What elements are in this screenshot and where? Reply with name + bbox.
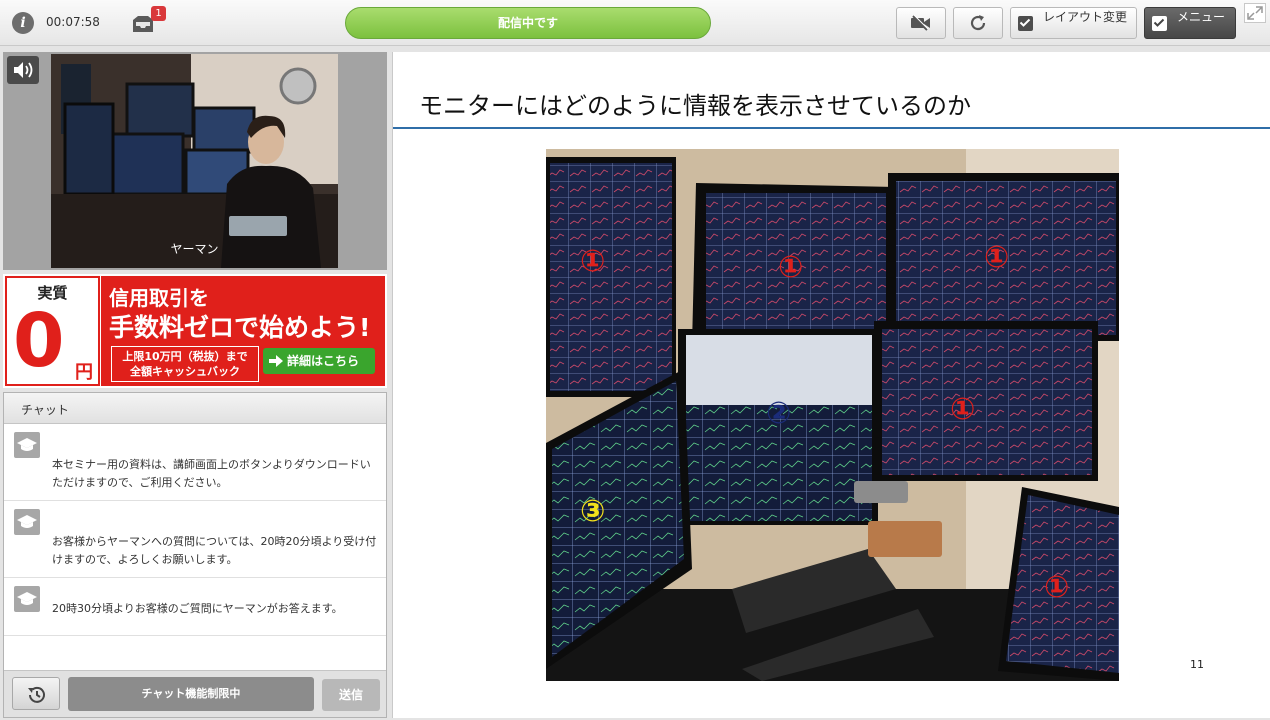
monitor-marker: ① — [580, 244, 605, 279]
ad-yen: 円 — [75, 362, 93, 383]
ad-detail-label: 詳細はこちら — [287, 354, 360, 368]
graduation-cap-icon — [14, 586, 40, 612]
ad-zero-yen-block: 実質 0 円 — [5, 276, 100, 386]
graduation-cap-icon — [14, 509, 40, 535]
slide-title: モニターにはどのように情報を表示させているのか — [419, 92, 971, 120]
ad-cashback-note: 上限10万円（税抜）まで 全額キャッシュバック — [111, 346, 259, 382]
monitor-marker: ① — [950, 392, 975, 427]
ad-cashback-line2: 全額キャッシュバック — [130, 365, 240, 378]
chat-footer: チャット機能制限中 送信 — [4, 670, 386, 717]
presenter-name: ヤーマン — [170, 242, 219, 256]
presenter-video-panel: ヤーマン — [3, 52, 387, 270]
checkbox-icon — [1152, 16, 1167, 31]
ad-headline-2: 手数料ゼロで始めよう! — [109, 313, 371, 342]
send-button[interactable]: 送信 — [322, 679, 380, 711]
chat-title: チャット — [21, 403, 69, 417]
monitor-marker: ③ — [580, 494, 605, 529]
chat-message-text: 本セミナー用の資料は、講師画面上のボタンよりダウンロードいただけますので、ご利用… — [52, 458, 371, 489]
chat-message-text: 20時30分頃よりお客様のご質問にヤーマンがお答えます。 — [52, 602, 343, 615]
presenter-video[interactable] — [51, 54, 338, 268]
presentation-slide: モニターにはどのように情報を表示させているのか ① ① ① ② ① ③ ① 11 — [392, 52, 1270, 718]
chat-message: お客様からヤーマンへの質問については、20時20分頃より受け付けますので、よろし… — [4, 501, 386, 578]
ad-zero: 0 — [13, 298, 65, 384]
camera-toggle-button[interactable] — [896, 7, 946, 39]
arrow-right-icon — [269, 355, 283, 367]
monitor-marker: ② — [766, 396, 791, 431]
camera-off-icon — [911, 15, 930, 31]
speaker-button[interactable] — [7, 56, 39, 84]
top-toolbar: i 00:07:58 1 配信中です レイアウト変更 メニュー — [0, 0, 1270, 46]
layout-change-button[interactable]: レイアウト変更 — [1010, 7, 1137, 39]
expand-icon[interactable] — [1244, 3, 1266, 23]
info-icon[interactable]: i — [12, 12, 34, 34]
speaker-icon — [14, 62, 33, 78]
ad-headline-1: 信用取引を — [109, 286, 209, 310]
refresh-icon — [970, 15, 986, 31]
ad-detail-button[interactable]: 詳細はこちら — [263, 348, 375, 374]
broadcast-status-button[interactable]: 配信中です — [345, 7, 711, 39]
notification-badge: 1 — [151, 6, 166, 21]
chat-header: チャット — [4, 393, 386, 424]
menu-button[interactable]: メニュー — [1144, 7, 1236, 39]
history-button[interactable] — [12, 677, 60, 710]
chat-panel: チャット 本セミナー用の資料は、講師画面上のボタンよりダウンロードいただけますの… — [3, 392, 387, 718]
monitor-marker: ① — [984, 240, 1009, 275]
checkbox-icon — [1018, 16, 1033, 31]
layout-button-label: レイアウト変更 — [1043, 10, 1128, 24]
slide-page-number: 11 — [1190, 658, 1204, 671]
slide-photo-monitors: ① ① ① ② ① ③ ① — [546, 149, 1119, 681]
slide-title-divider — [393, 127, 1270, 129]
ad-headline-block: 信用取引を 手数料ゼロで始めよう! 上限10万円（税抜）まで 全額キャッシュバッ… — [101, 276, 385, 386]
refresh-button[interactable] — [953, 7, 1003, 39]
chat-message-text: お客様からヤーマンへの質問については、20時20分頃より受け付けますので、よろし… — [52, 535, 377, 566]
ad-banner[interactable]: 実質 0 円 信用取引を 手数料ゼロで始めよう! 上限10万円（税抜）まで 全額… — [3, 274, 387, 388]
chat-input[interactable]: チャット機能制限中 — [68, 677, 314, 711]
monitor-marker: ① — [778, 250, 803, 285]
graduation-cap-icon — [14, 432, 40, 458]
history-icon — [28, 686, 45, 703]
chat-message: 本セミナー用の資料は、講師画面上のボタンよりダウンロードいただけますので、ご利用… — [4, 424, 386, 501]
elapsed-timer: 00:07:58 — [46, 15, 100, 29]
menu-button-label: メニュー — [1177, 10, 1226, 24]
chat-message: 20時30分頃よりお客様のご質問にヤーマンがお答えます。 — [4, 578, 386, 636]
ad-cashback-line1: 上限10万円（税抜）まで — [122, 350, 248, 363]
monitor-marker: ① — [1044, 570, 1069, 605]
